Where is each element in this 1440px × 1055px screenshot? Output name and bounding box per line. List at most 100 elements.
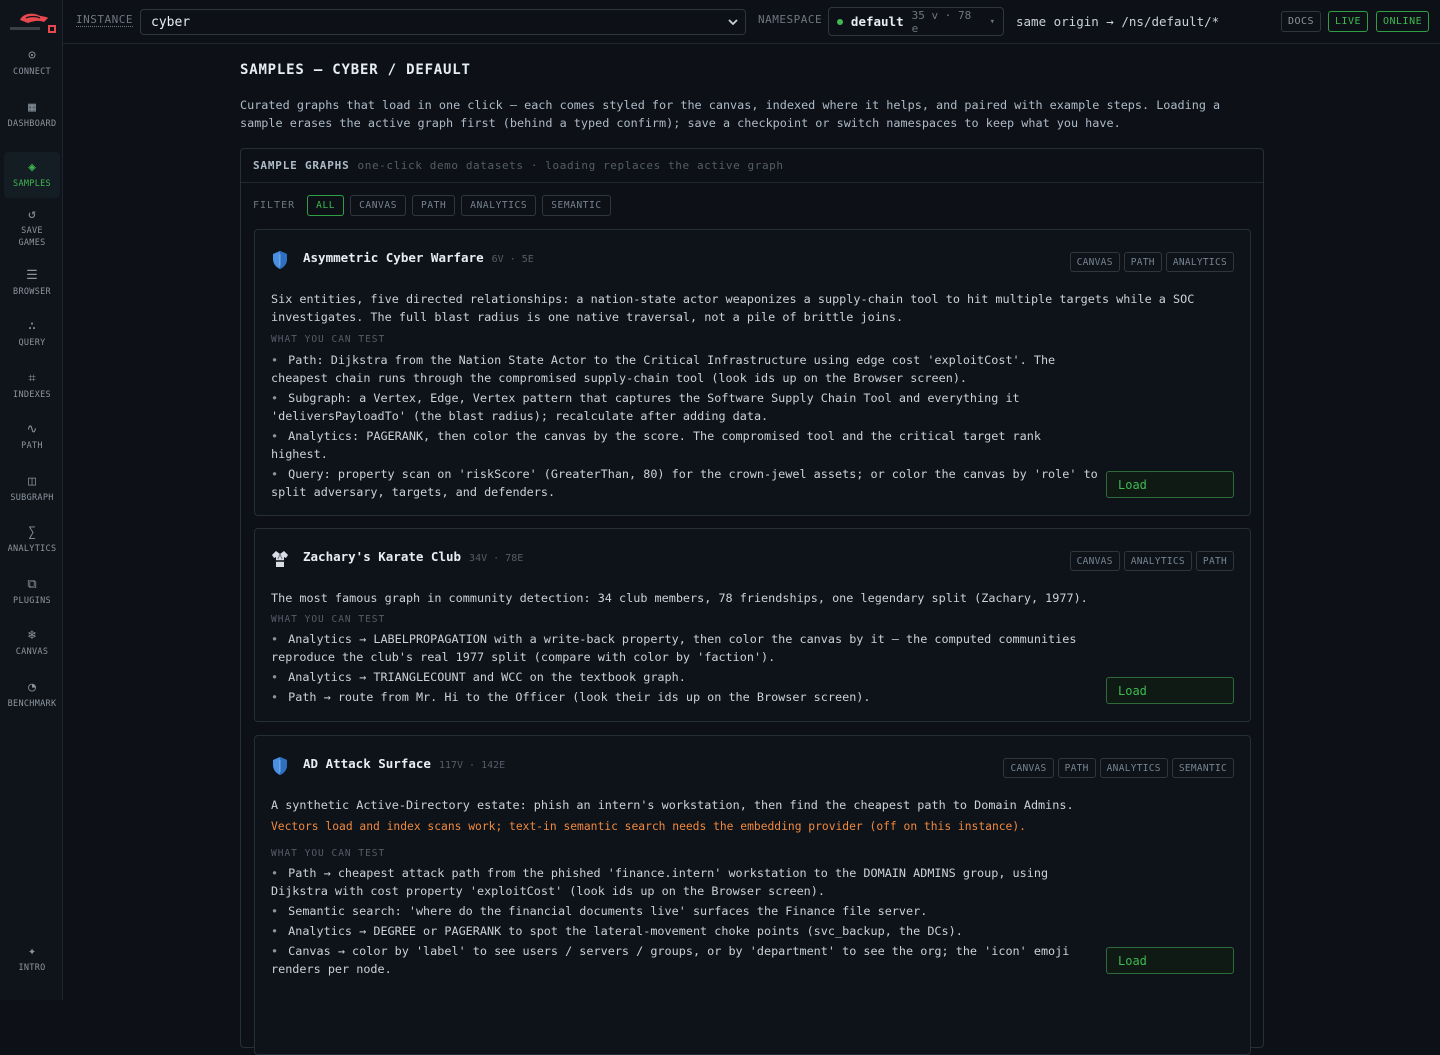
- sidebar-item-label: SAMPLES: [13, 179, 51, 189]
- card-header: AD Attack Surface 117V · 142E: [271, 756, 505, 776]
- karate-gi-icon: [271, 549, 289, 569]
- sidebar-item-connect[interactable]: ⊙ CONNECT: [4, 40, 60, 86]
- load-button[interactable]: Load: [1106, 677, 1234, 704]
- sidebar-item-canvas[interactable]: ❄ CANVAS: [4, 620, 60, 666]
- namespace-select[interactable]: default 35 v · 78 e ▾: [828, 7, 1004, 36]
- card-title: Asymmetric Cyber Warfare: [303, 250, 484, 265]
- card-header: Zachary's Karate Club 34V · 78E: [271, 549, 523, 569]
- load-button[interactable]: Load: [1106, 471, 1234, 498]
- list-item: Query: property scan on 'riskScore' (Gre…: [271, 465, 1101, 501]
- app-logo-icon[interactable]: [6, 8, 58, 36]
- benchmark-icon: ◔: [28, 680, 36, 695]
- load-button[interactable]: Load: [1106, 947, 1234, 974]
- sidebar-item-label: SUBGRAPH: [10, 493, 54, 503]
- sidebar-item-subgraph[interactable]: ◫ SUBGRAPH: [4, 466, 60, 512]
- route-text: same origin → /ns/default/*: [1016, 14, 1220, 29]
- list-item: Analytics → DEGREE or PAGERANK to spot t…: [271, 922, 1101, 940]
- sidebar-item-label: CANVAS: [15, 647, 49, 657]
- indexes-icon: ⌗: [28, 371, 36, 386]
- sidebar-item-label: INDEXES: [13, 390, 51, 400]
- list-item: Path: Dijkstra from the Nation State Act…: [271, 351, 1101, 387]
- card-tags: CANVAS ANALYTICS PATH: [1069, 551, 1234, 571]
- list-item: Semantic search: 'where do the financial…: [271, 902, 1101, 920]
- sidebar-item-samples[interactable]: ◈ SAMPLES: [4, 152, 60, 198]
- card-description: Six entities, five directed relationship…: [271, 292, 1195, 324]
- list-item: Analytics: PAGERANK, then color the canv…: [271, 427, 1101, 463]
- filter-label: FILTER: [253, 200, 296, 211]
- card-tags: CANVAS PATH ANALYTICS: [1069, 252, 1234, 272]
- connect-icon: ⊙: [28, 48, 36, 63]
- plugins-icon: ⧉: [27, 577, 37, 592]
- filter-chip-semantic[interactable]: SEMANTIC: [542, 195, 611, 216]
- intro-icon: ✦: [28, 944, 36, 959]
- sidebar-item-label: INTRO: [18, 963, 46, 973]
- card-title: AD Attack Surface: [303, 756, 431, 771]
- status-dot-icon: [837, 18, 843, 25]
- sample-card: AD Attack Surface 117V · 142E CANVAS PATH AN…: [254, 735, 1251, 1055]
- analytics-icon: ∑: [28, 525, 36, 540]
- shield-icon: [271, 250, 289, 270]
- sidebar-item-analytics[interactable]: ∑ ANALYTICS: [4, 517, 60, 563]
- sidebar: ⊙ CONNECT ▦ DASHBOARD ◈ SAMPLES ↺ SAVE GAMES ☰ BR…: [0, 0, 63, 1000]
- sidebar-item-label: ANALYTICS: [7, 544, 57, 554]
- filter-chip-analytics[interactable]: ANALYTICS: [461, 195, 537, 216]
- namespace-label: NAMESPACE: [758, 13, 823, 26]
- sidebar-item-plugins[interactable]: ⧉ PLUGINS: [4, 569, 60, 615]
- card-warning: Vectors load and index scans work; text-…: [271, 820, 1026, 833]
- sample-graphs-panel: SAMPLE GRAPHS one-click demo datasets · …: [240, 148, 1264, 1055]
- test-list: Path → cheapest attack path from the phi…: [271, 864, 1101, 980]
- sample-card: Zachary's Karate Club 34V · 78E CANVAS ANAL…: [254, 528, 1251, 722]
- tag-badge: CANVAS: [1003, 758, 1054, 778]
- docs-button[interactable]: DOCS: [1281, 11, 1322, 32]
- sidebar-item-label: PATH: [21, 441, 43, 451]
- live-badge: LIVE: [1328, 11, 1369, 32]
- tag-badge: PATH: [1195, 551, 1234, 571]
- canvas-icon: ❄: [28, 628, 36, 643]
- sidebar-item-label: PLUGINS: [13, 596, 51, 606]
- card-description: A synthetic Active-Directory estate: phi…: [271, 798, 1074, 812]
- filter-chip-path[interactable]: PATH: [412, 195, 456, 216]
- chevron-down-icon: [728, 19, 738, 26]
- browser-icon: ☰: [26, 268, 38, 283]
- sidebar-item-indexes[interactable]: ⌗ INDEXES: [4, 363, 60, 409]
- panel-subtitle: one-click demo datasets · loading replac…: [357, 159, 784, 172]
- samples-icon: ◈: [28, 160, 36, 175]
- tag-badge: SEMANTIC: [1171, 758, 1234, 778]
- shield-icon: [271, 756, 289, 776]
- tag-badge: ANALYTICS: [1099, 758, 1168, 778]
- sidebar-item-intro[interactable]: ✦ INTRO: [4, 936, 60, 982]
- dashboard-icon: ▦: [28, 100, 36, 115]
- sidebar-item-benchmark[interactable]: ◔ BENCHMARK: [4, 672, 60, 718]
- namespace-meta: 35 v · 78 e: [911, 8, 972, 35]
- sidebar-item-path[interactable]: ∿ PATH: [4, 414, 60, 460]
- filter-chip-canvas[interactable]: CANVAS: [350, 195, 407, 216]
- list-item: Analytics → TRIANGLECOUNT and WCC on the…: [271, 668, 1101, 686]
- query-icon: ∴: [28, 319, 36, 334]
- instance-select[interactable]: cyber: [140, 9, 746, 35]
- sidebar-item-save-games[interactable]: ↺ SAVE GAMES: [4, 196, 60, 260]
- card-description: The most famous graph in community detec…: [271, 591, 1088, 605]
- card-title: Zachary's Karate Club: [303, 549, 462, 564]
- sidebar-item-browser[interactable]: ☰ BROWSER: [4, 260, 60, 306]
- what-you-can-test-label: WHAT YOU CAN TEST: [271, 614, 386, 625]
- list-item: Analytics → LABELPROPAGATION with a writ…: [271, 630, 1101, 666]
- tag-badge: CANVAS: [1069, 551, 1120, 571]
- sidebar-item-query[interactable]: ∴ QUERY: [4, 311, 60, 357]
- filter-row: FILTER ALL CANVAS PATH ANALYTICS SEMANTIC: [253, 195, 611, 216]
- page-description: Curated graphs that load in one click — …: [240, 98, 1221, 130]
- top-bar: INSTANCE cyber NAMESPACE default 35 v · …: [63, 0, 1440, 44]
- sidebar-item-label: SAVE GAMES: [18, 226, 46, 248]
- tag-badge: ANALYTICS: [1165, 252, 1234, 272]
- instance-value: cyber: [151, 14, 191, 30]
- path-icon: ∿: [26, 422, 38, 437]
- panel-title: SAMPLE GRAPHS: [253, 159, 350, 172]
- online-badge: ONLINE: [1376, 11, 1430, 32]
- tag-badge: CANVAS: [1069, 252, 1120, 272]
- sidebar-item-dashboard[interactable]: ▦ DASHBOARD: [4, 92, 60, 138]
- tag-badge: PATH: [1057, 758, 1096, 778]
- save-games-icon: ↺: [28, 207, 36, 222]
- chevron-down-icon: ▾: [989, 16, 995, 27]
- card-header: Asymmetric Cyber Warfare 6V · 5E: [271, 250, 534, 270]
- test-list: Analytics → LABELPROPAGATION with a writ…: [271, 630, 1101, 708]
- filter-chip-all[interactable]: ALL: [307, 195, 345, 216]
